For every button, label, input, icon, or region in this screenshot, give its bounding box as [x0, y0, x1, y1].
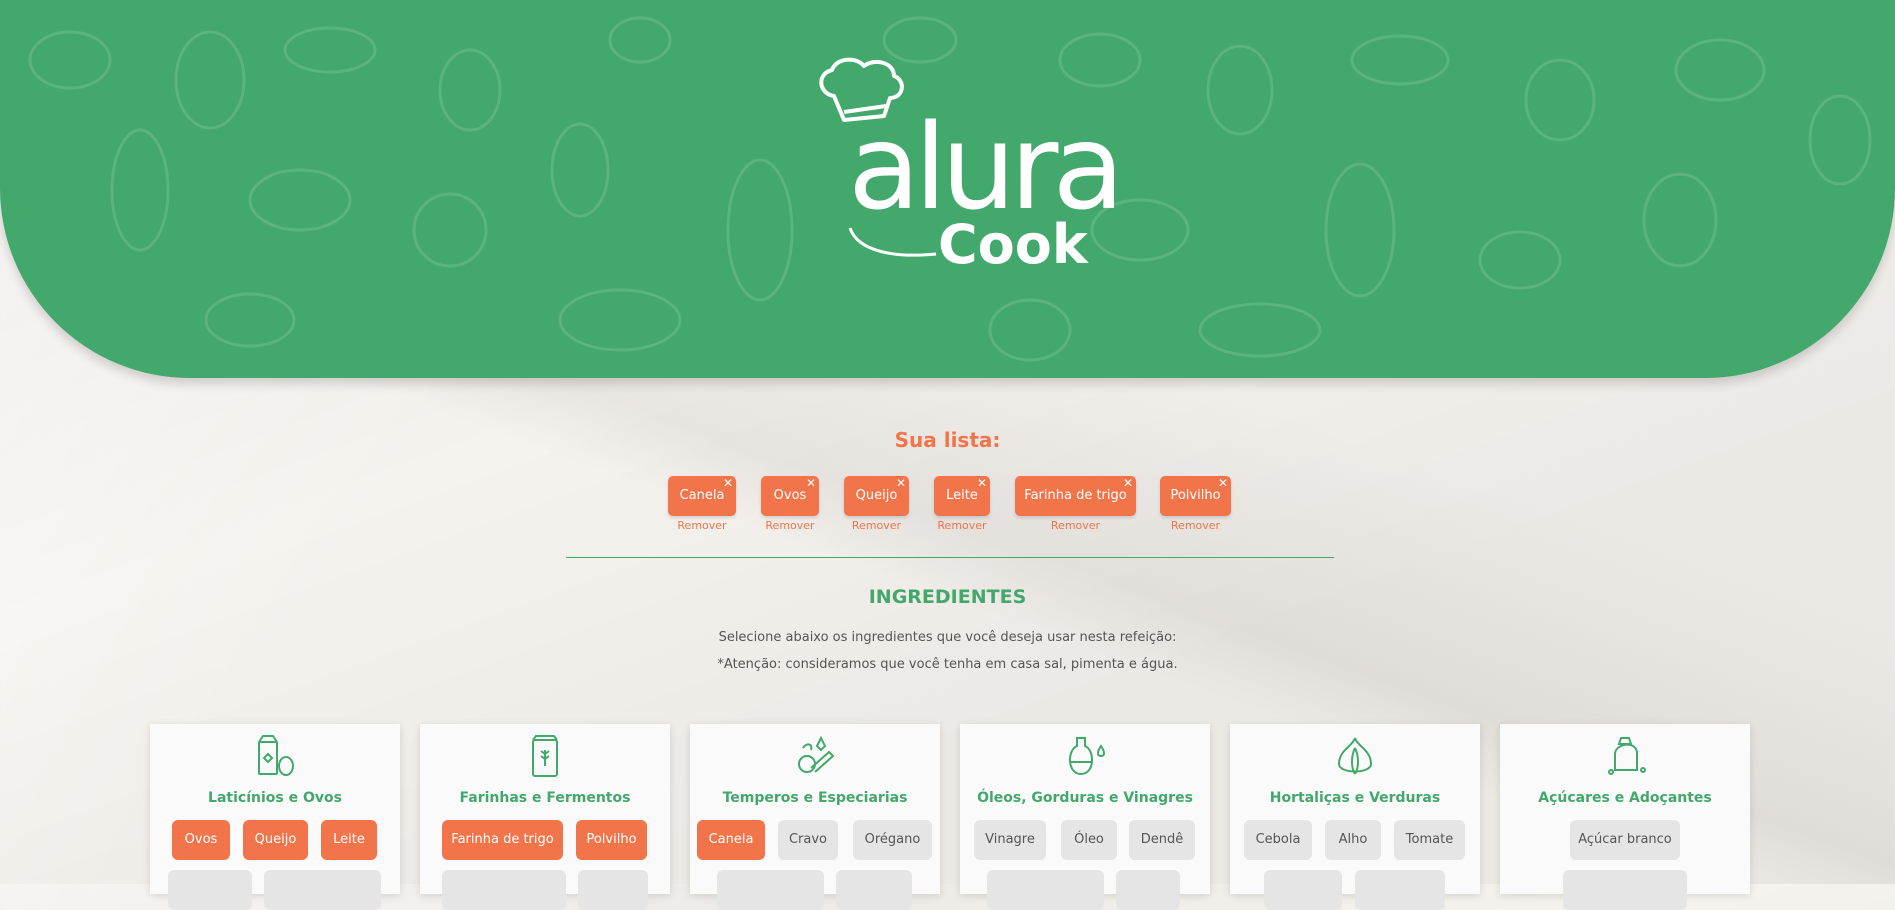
selected-chip: Ovos ✕ Remover	[761, 476, 819, 532]
category-title: Hortaliças e Verduras	[1269, 790, 1441, 806]
ingredient-tag[interactable]: Cravo	[778, 820, 838, 860]
remove-link[interactable]: Remover	[668, 519, 736, 532]
logo-cook-text: Cook	[938, 213, 1088, 276]
selected-chip: Leite ✕ Remover	[934, 476, 990, 532]
selected-list-title: Sua lista:	[894, 428, 1001, 452]
chip-label[interactable]: Canela ✕	[668, 476, 736, 516]
ingredient-tag[interactable]	[578, 870, 648, 910]
category-card-farinhas: Farinhas e Fermentos Farinha de trigo Po…	[420, 724, 670, 910]
chip-label[interactable]: Leite ✕	[934, 476, 990, 516]
ingredient-tag[interactable]	[1264, 870, 1342, 910]
category-card-oleos: Óleos, Gorduras e Vinagres Vinagre Óleo …	[960, 724, 1210, 910]
close-icon[interactable]: ✕	[896, 463, 906, 503]
close-icon[interactable]: ✕	[806, 463, 816, 503]
selected-chip: Queijo ✕ Remover	[844, 476, 909, 532]
close-icon[interactable]: ✕	[977, 463, 987, 503]
ingredients-description: Selecione abaixo os ingredientes que voc…	[718, 630, 1177, 645]
ingredient-tag[interactable]: Orégano	[853, 820, 932, 860]
logo-swoosh	[848, 227, 937, 257]
dairy-icon	[258, 735, 294, 776]
ingredient-tag[interactable]: Ovos	[172, 820, 230, 860]
remove-link[interactable]: Remover	[761, 519, 819, 532]
ingredient-tag[interactable]	[1116, 870, 1180, 910]
section-divider	[566, 557, 1334, 558]
category-title: Óleos, Gorduras e Vinagres	[977, 790, 1193, 806]
category-card-acucares: Açúcares e Adoçantes Açúcar branco	[1500, 724, 1750, 910]
chip-label[interactable]: Ovos ✕	[761, 476, 819, 516]
header-banner: alura Cook	[0, 0, 1895, 378]
ingredient-tag[interactable]	[1355, 870, 1445, 910]
category-card-laticinios: Laticínios e Ovos Ovos Queijo Leite	[150, 724, 400, 910]
oil-icon	[1069, 737, 1105, 776]
ingredients-title: INGREDIENTES	[868, 586, 1027, 608]
ingredient-tag[interactable]	[1563, 870, 1687, 910]
selected-chip: Farinha de trigo ✕ Remover	[1015, 476, 1136, 532]
ingredient-tag[interactable]: Alho	[1325, 820, 1381, 860]
ingredient-tag[interactable]: Dendê	[1129, 820, 1195, 860]
remove-link[interactable]: Remover	[1160, 519, 1231, 532]
chip-label[interactable]: Polvilho ✕	[1160, 476, 1231, 516]
category-title: Laticínios e Ovos	[208, 790, 342, 806]
remove-link[interactable]: Remover	[934, 519, 990, 532]
spices-icon	[798, 735, 835, 773]
alura-cook-logo: alura Cook	[810, 56, 1125, 276]
category-title: Temperos e Especiarias	[722, 790, 908, 806]
ingredient-tag[interactable]: Queijo	[243, 820, 308, 860]
ingredient-tag[interactable]	[264, 870, 381, 910]
chip-label[interactable]: Farinha de trigo ✕	[1015, 476, 1136, 516]
category-title: Açúcares e Adoçantes	[1538, 790, 1712, 806]
ingredient-tag[interactable]	[717, 870, 824, 910]
ingredient-tag[interactable]	[836, 870, 912, 910]
logo-alura-text: alura	[848, 98, 1125, 236]
flour-icon	[532, 735, 558, 777]
ingredient-tag[interactable]: Cebola	[1244, 820, 1312, 860]
close-icon[interactable]: ✕	[723, 463, 733, 503]
ingredient-tag[interactable]: Farinha de trigo	[442, 820, 563, 860]
ingredient-tag[interactable]: Canela	[697, 820, 765, 860]
selected-chip: Canela ✕ Remover	[668, 476, 736, 532]
remove-link[interactable]: Remover	[844, 519, 909, 532]
sugar-icon	[1608, 737, 1646, 775]
selected-chip: Polvilho ✕ Remover	[1160, 476, 1231, 532]
ingredient-tag[interactable]: Açúcar branco	[1570, 820, 1680, 860]
ingredient-tag[interactable]: Vinagre	[974, 820, 1046, 860]
chip-label[interactable]: Queijo ✕	[844, 476, 909, 516]
ingredient-tag[interactable]: Leite	[321, 820, 377, 860]
category-card-temperos: Temperos e Especiarias Canela Cravo Orég…	[690, 724, 940, 910]
selected-ingredients-list: Canela ✕ Remover Ovos ✕ Remover Queijo ✕…	[0, 476, 1895, 536]
ingredient-tag[interactable]: Tomate	[1394, 820, 1465, 860]
ingredient-tag[interactable]	[442, 870, 566, 910]
ingredient-tag[interactable]: Óleo	[1061, 820, 1117, 860]
close-icon[interactable]: ✕	[1123, 463, 1133, 503]
category-title: Farinhas e Fermentos	[459, 790, 631, 806]
category-card-hortalicas: Hortaliças e Verduras Cebola Alho Tomate	[1230, 724, 1480, 910]
remove-link[interactable]: Remover	[1015, 519, 1136, 532]
ingredient-tag[interactable]	[987, 870, 1104, 910]
ingredient-tag[interactable]	[168, 870, 252, 910]
garlic-icon	[1337, 737, 1373, 775]
close-icon[interactable]: ✕	[1218, 463, 1228, 503]
ingredients-note: *Atenção: consideramos que você tenha em…	[717, 657, 1178, 672]
ingredient-tag[interactable]: Polvilho	[576, 820, 647, 860]
